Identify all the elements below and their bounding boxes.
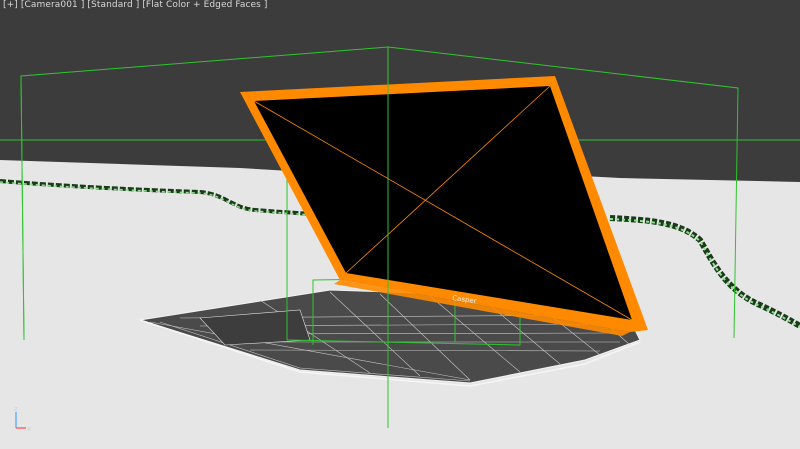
viewport-camera-menu[interactable]: [Camera001 ] — [21, 0, 85, 10]
axis-z-label: z — [14, 405, 18, 413]
viewport-general-menu[interactable]: [+] — [3, 0, 18, 10]
scene-render[interactable]: Casper — [0, 0, 800, 449]
viewport-shading-menu[interactable]: [Standard ] — [87, 0, 139, 10]
viewport-display-mode-menu[interactable]: [Flat Color + Edged Faces ] — [142, 0, 267, 10]
axis-x-label: x — [27, 425, 31, 433]
axis-gizmo: z x — [6, 404, 40, 438]
camera-viewport[interactable]: [+] [Camera001 ] [Standard ] [Flat Color… — [0, 0, 800, 449]
viewport-label-bar: [+] [Camera001 ] [Standard ] [Flat Color… — [3, 0, 268, 10]
